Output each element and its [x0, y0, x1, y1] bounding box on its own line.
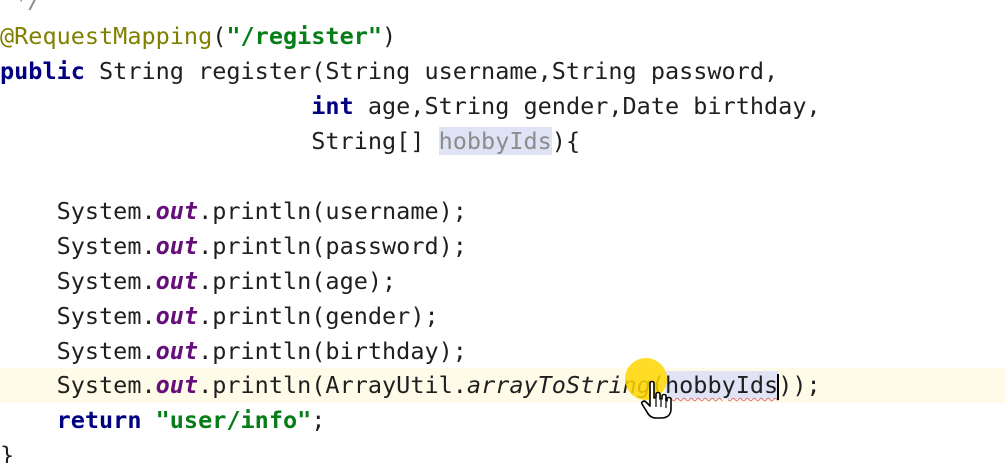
semicolon: ;	[311, 406, 326, 434]
argument-hobbyids[interactable]: hobbyIds	[665, 371, 779, 399]
code-text: System.	[0, 197, 156, 225]
code-text: String[]	[311, 127, 439, 155]
code-text: ));	[778, 371, 821, 399]
closing-brace: }	[0, 441, 15, 463]
keyword: public	[0, 57, 85, 85]
code-line-comment-end[interactable]: */	[0, 0, 1005, 18]
code-line-print-username[interactable]: System.out.println(username);	[0, 194, 1005, 229]
static-field-out: out	[155, 197, 199, 225]
code-text: ){	[551, 127, 581, 155]
keyword: int	[311, 92, 354, 120]
code-text: String register(String username,String p…	[84, 57, 779, 85]
code-text: System.	[0, 302, 156, 330]
code-line-closing-brace[interactable]: }	[0, 438, 1005, 463]
code-line-print-gender[interactable]: System.out.println(gender);	[0, 299, 1005, 334]
code-text: .println(password);	[198, 232, 467, 260]
static-field-out: out	[155, 337, 199, 365]
comment-text: */	[0, 0, 43, 14]
code-line-params-3[interactable]: String[] hobbyIds){	[0, 124, 1005, 159]
static-field-out: out	[155, 371, 199, 399]
paren-close: )	[382, 22, 397, 50]
code-line-return[interactable]: return "user/info";	[0, 403, 1005, 438]
static-method-arraytostring[interactable]: arrayToString	[467, 371, 651, 399]
code-text: .println(age);	[198, 267, 397, 295]
code-text: System.	[0, 337, 156, 365]
code-text: System.	[0, 267, 156, 295]
string-literal: "/register"	[226, 22, 383, 50]
code-text: age,String gender,Date birthday,	[353, 92, 821, 120]
code-line-method-signature[interactable]: public String register(String username,S…	[0, 54, 1005, 89]
paren-open: (	[212, 22, 227, 50]
static-field-out: out	[155, 302, 199, 330]
code-text: .println(gender);	[198, 302, 439, 330]
code-text: .println(ArrayUtil.	[198, 371, 467, 399]
code-text: .println(birthday);	[198, 337, 467, 365]
code-text: .println(username);	[198, 197, 467, 225]
code-text: System.	[0, 371, 156, 399]
code-editor[interactable]: */ @RequestMapping("/register") public S…	[0, 0, 1005, 463]
parameter-hobbyids[interactable]: hobbyIds	[438, 127, 552, 155]
code-line-params-2[interactable]: int age,String gender,Date birthday,	[0, 89, 1005, 124]
code-line-current-print-hobbyids[interactable]: System.out.println(ArrayUtil.arrayToStri…	[0, 368, 1005, 403]
code-text: System.	[0, 232, 156, 260]
annotation: @RequestMapping	[0, 22, 213, 50]
code-line-print-password[interactable]: System.out.println(password);	[0, 229, 1005, 264]
string-literal: "user/info"	[155, 406, 312, 434]
code-line-print-birthday[interactable]: System.out.println(birthday);	[0, 334, 1005, 369]
keyword-return: return	[56, 406, 142, 434]
code-line-annotation[interactable]: @RequestMapping("/register")	[0, 19, 1005, 54]
code-line-print-age[interactable]: System.out.println(age);	[0, 264, 1005, 299]
hand-pointer-icon	[641, 380, 672, 419]
static-field-out: out	[155, 267, 199, 295]
static-field-out: out	[155, 232, 199, 260]
